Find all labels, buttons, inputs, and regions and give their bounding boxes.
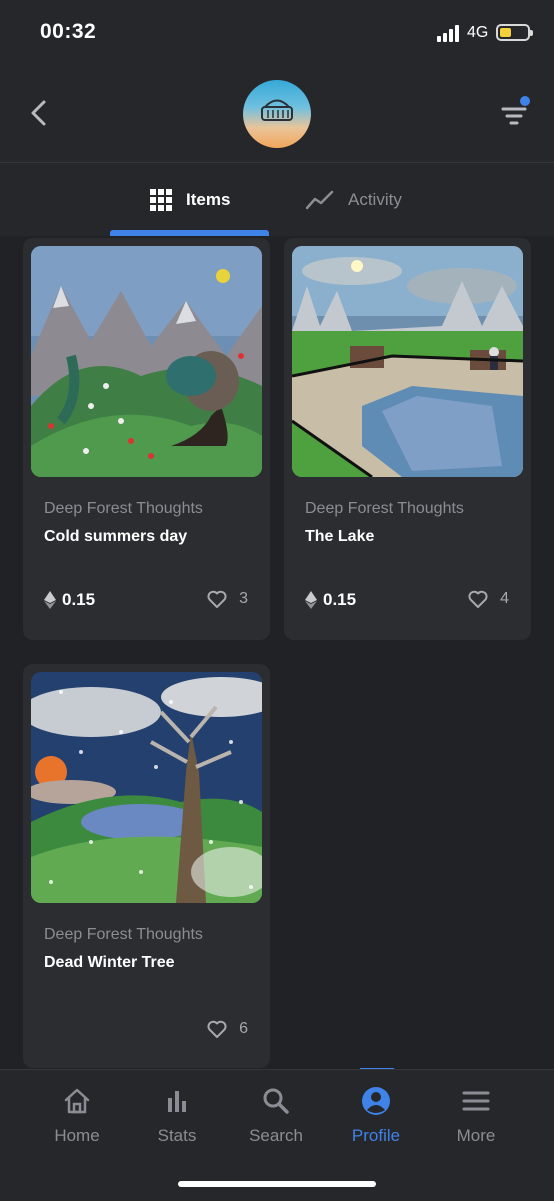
tab-items[interactable]: Items	[150, 163, 230, 236]
nav-stats-label: Stats	[157, 1126, 197, 1145]
nft-title[interactable]: Dead Winter Tree	[44, 954, 175, 972]
filter-active-dot	[520, 96, 530, 106]
nft-price-value: 0.15	[323, 590, 357, 609]
network-type: 4G	[467, 24, 489, 41]
back-arrow-icon[interactable]	[24, 96, 54, 130]
ethereum-icon	[44, 591, 56, 609]
nft-title[interactable]: The Lake	[305, 528, 374, 546]
collection-name[interactable]: Deep Forest Thoughts	[305, 500, 464, 518]
tab-bar: Items Activity	[0, 163, 554, 236]
nav-more[interactable]: More	[426, 1086, 526, 1146]
search-icon	[263, 1088, 289, 1114]
home-icon	[64, 1088, 90, 1114]
nft-card[interactable]: Deep Forest Thoughts Dead Winter Tree 6	[23, 664, 270, 1068]
profile-icon	[362, 1087, 390, 1115]
tab-activity-label: Activity	[348, 189, 402, 209]
nav-stats[interactable]: Stats	[127, 1086, 227, 1146]
nft-artwork-image	[292, 246, 523, 477]
heart-icon	[207, 590, 227, 608]
like-count: 4	[500, 590, 509, 607]
nft-price: 0.15	[305, 590, 356, 610]
avatar-bench-icon	[261, 99, 293, 121]
like-count: 6	[239, 1020, 248, 1037]
nft-card[interactable]: Deep Forest Thoughts Cold summers day 0.…	[23, 238, 270, 640]
status-bar: 00:32 4G	[0, 0, 554, 66]
like-button[interactable]: 3	[207, 590, 248, 608]
nft-artwork-image	[31, 672, 262, 903]
collection-name[interactable]: Deep Forest Thoughts	[44, 500, 203, 518]
like-count: 3	[239, 590, 248, 607]
home-indicator	[178, 1181, 376, 1187]
nft-price-value: 0.15	[62, 590, 96, 609]
filter-button[interactable]	[500, 96, 534, 128]
battery-icon	[496, 24, 533, 41]
tab-items-label: Items	[186, 189, 231, 209]
nav-search-label: Search	[249, 1126, 303, 1145]
nav-more-label: More	[456, 1126, 496, 1145]
tab-active-indicator	[110, 230, 269, 236]
signal-icon	[437, 25, 459, 42]
activity-chart-icon	[306, 190, 334, 209]
nft-title[interactable]: Cold summers day	[44, 528, 187, 546]
ethereum-icon	[305, 591, 317, 609]
nav-home[interactable]: Home	[27, 1086, 127, 1146]
top-bar	[0, 66, 554, 163]
grid-icon	[150, 188, 172, 211]
heart-icon	[468, 590, 488, 608]
heart-icon	[207, 1020, 227, 1038]
like-button[interactable]: 4	[468, 590, 509, 608]
nft-price: 0.15	[44, 590, 95, 610]
profile-avatar[interactable]	[243, 80, 311, 148]
nft-card[interactable]: Deep Forest Thoughts The Lake 0.15 4	[284, 238, 531, 640]
tab-activity[interactable]: Activity	[306, 163, 402, 236]
nav-home-label: Home	[54, 1126, 100, 1145]
nft-artwork-image	[31, 246, 262, 477]
nav-profile-label: Profile	[351, 1126, 401, 1145]
nav-profile[interactable]: Profile	[326, 1086, 426, 1146]
status-time: 00:32	[40, 20, 97, 43]
menu-icon	[462, 1091, 490, 1111]
stats-icon	[168, 1091, 186, 1112]
like-button[interactable]: 6	[207, 1020, 248, 1038]
collection-name[interactable]: Deep Forest Thoughts	[44, 926, 203, 944]
nav-search[interactable]: Search	[226, 1086, 326, 1146]
